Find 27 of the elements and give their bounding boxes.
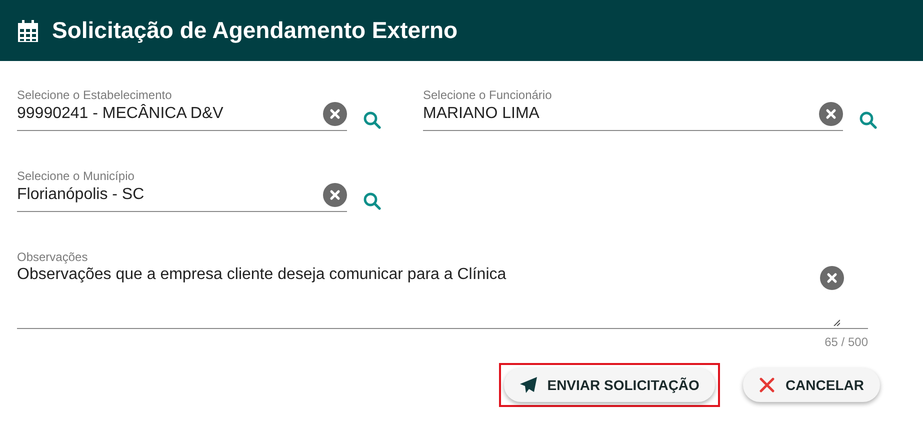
- field-label: Observações: [17, 250, 89, 264]
- clear-icon[interactable]: [819, 102, 843, 126]
- character-counter: 65 / 500: [824, 334, 868, 351]
- field-value: 99990241 - MECÂNICA D&V: [17, 103, 224, 124]
- search-icon[interactable]: [859, 111, 877, 129]
- field-label: Selecione o Funcionário: [423, 88, 553, 102]
- close-icon: [759, 377, 776, 393]
- field-label: Selecione o Estabelecimento: [17, 88, 173, 102]
- calendar-icon: [18, 20, 38, 42]
- clear-icon[interactable]: [323, 183, 347, 207]
- search-icon[interactable]: [363, 192, 381, 210]
- send-button[interactable]: ENVIAR SOLICITAÇÃO: [504, 368, 716, 402]
- select-field[interactable]: Selecione o Estabelecimento 99990241 - MECÂNICA D&V: [17, 88, 347, 131]
- select-field[interactable]: Selecione o Funcionário MARIANO LIMA: [423, 88, 843, 131]
- search-icon[interactable]: [363, 111, 381, 129]
- resize-handle-icon[interactable]: [833, 319, 840, 326]
- clear-icon[interactable]: [323, 102, 347, 126]
- field-value: Observações que a empresa cliente deseja comunicar para a Clínica: [17, 265, 506, 285]
- select-field[interactable]: Selecione o Município Florianópolis - SC: [17, 169, 347, 212]
- send-icon: [520, 377, 538, 393]
- notes-field[interactable]: Observações Observações que a empresa cliente deseja comunicar para a Clínica: [17, 250, 868, 329]
- page-title: Solicitação de Agendamento Externo: [52, 16, 458, 46]
- field-value: MARIANO LIMA: [423, 104, 540, 124]
- cancel-button[interactable]: CANCELAR: [743, 368, 880, 402]
- field-value: Florianópolis - SC: [17, 185, 144, 205]
- field-label: Selecione o Município: [17, 169, 136, 183]
- clear-icon[interactable]: [820, 266, 844, 290]
